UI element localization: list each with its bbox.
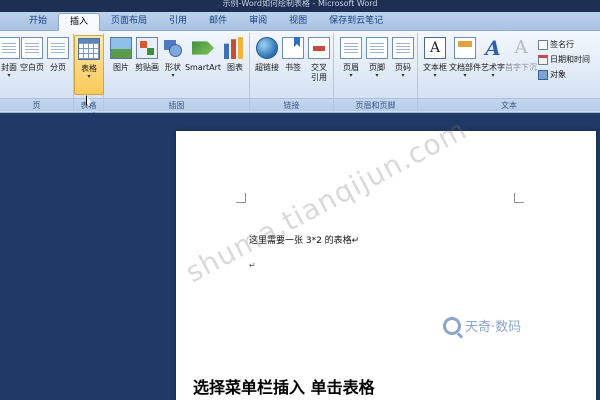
tab-review[interactable]: 审阅 <box>238 13 278 30</box>
group-header-footer: 页眉 ▾ 页脚 ▾ 页码 ▾ 页眉和页脚 <box>334 33 418 111</box>
date-time-button[interactable]: 日期和时间 <box>538 53 590 66</box>
quick-parts-icon <box>454 37 476 59</box>
ribbon-tabs: 开始 插入 页面布局 引用 邮件 审阅 视图 保存到云笔记 <box>0 12 600 31</box>
dropdown-arrow-icon: ▾ <box>349 72 353 79</box>
tab-mailings[interactable]: 邮件 <box>198 13 238 30</box>
page-break-button[interactable]: 分页 <box>43 35 73 95</box>
window-title: 示例-Word如何绘制表格 - Microsoft Word <box>0 0 600 12</box>
cross-reference-icon <box>308 37 330 59</box>
cross-reference-button[interactable]: 交叉 引用 <box>304 35 334 95</box>
clip-art-icon <box>136 37 158 59</box>
quick-parts-button[interactable]: 文档部件 ▾ <box>449 35 481 95</box>
dropdown-arrow-icon: ▾ <box>375 72 379 79</box>
crop-mark <box>514 193 524 203</box>
wordart-icon: A <box>485 36 501 60</box>
ribbon: 封面 ▾ 空白页 分页 页 表格 ▾ 表格 图片 剪贴画 形状 ▾ SmartA… <box>0 31 600 136</box>
tab-references[interactable]: 引用 <box>158 13 198 30</box>
dropdown-arrow-icon: ▾ <box>171 72 175 79</box>
group-pages: 封面 ▾ 空白页 分页 页 <box>0 33 74 111</box>
signature-icon <box>538 39 548 50</box>
shapes-icon <box>162 37 184 59</box>
group-label-header-footer: 页眉和页脚 <box>334 98 417 111</box>
globe-icon <box>256 37 278 59</box>
drop-cap-icon: A <box>514 37 528 58</box>
object-icon <box>538 69 548 80</box>
footer-icon <box>366 37 388 59</box>
calendar-icon <box>538 54 548 65</box>
group-label-links: 链接 <box>250 98 333 111</box>
table-icon <box>78 38 100 60</box>
tab-cloud-notes[interactable]: 保存到云笔记 <box>318 13 394 30</box>
dropdown-arrow-icon: ▾ <box>87 73 91 80</box>
chart-button[interactable]: 图表 <box>220 35 250 95</box>
header-icon <box>340 37 362 59</box>
text-box-button[interactable]: A 文本框 ▾ <box>420 35 450 95</box>
page-number-icon <box>392 37 414 59</box>
object-button[interactable]: 对象 <box>538 68 566 81</box>
dropdown-arrow-icon: ▾ <box>491 72 495 79</box>
paragraph-mark: ↵ <box>249 261 256 270</box>
dropdown-arrow-icon: ▾ <box>433 72 437 79</box>
blank-page-icon <box>21 37 43 59</box>
dropdown-arrow-icon: ▾ <box>7 72 11 79</box>
drop-cap-button[interactable]: A 首字下沉 <box>505 35 537 95</box>
signature-line-button[interactable]: 签名行 <box>538 38 574 51</box>
magnifier-logo-icon <box>443 316 461 335</box>
group-label-text: 文本 <box>418 98 600 111</box>
dropdown-arrow-icon: ▾ <box>463 72 467 79</box>
tab-page-layout[interactable]: 页面布局 <box>100 13 158 30</box>
video-caption: 选择菜单栏插入 单击表格 <box>193 378 375 397</box>
brand-logo: 天奇·数码 <box>443 316 521 335</box>
shapes-button[interactable]: 形状 ▾ <box>158 35 188 95</box>
picture-icon <box>110 37 132 59</box>
group-illustrations: 图片 剪贴画 形状 ▾ SmartArt 图表 插图 <box>104 33 250 111</box>
chart-icon <box>224 37 243 59</box>
document-workspace[interactable]: 这里需要一张 3*2 的表格↵ ↵ <box>0 113 600 400</box>
page-number-button[interactable]: 页码 ▾ <box>388 35 418 95</box>
smartart-icon <box>192 41 214 55</box>
crop-mark <box>236 193 246 203</box>
table-button[interactable]: 表格 ▾ <box>74 35 104 95</box>
group-links: 超链接 书签 交叉 引用 链接 <box>250 33 334 111</box>
text-box-icon: A <box>424 37 446 59</box>
dropdown-arrow-icon: ▾ <box>401 72 405 79</box>
group-label-illustrations: 插图 <box>104 98 249 111</box>
group-label-pages: 页 <box>0 98 73 111</box>
bookmark-icon <box>282 37 304 59</box>
smartart-button[interactable]: SmartArt <box>185 35 221 95</box>
tab-home[interactable]: 开始 <box>18 13 58 30</box>
page-break-icon <box>47 37 69 59</box>
wordart-button[interactable]: A 艺术字 ▾ <box>478 35 508 95</box>
tab-view[interactable]: 视图 <box>278 13 318 30</box>
tab-insert[interactable]: 插入 <box>58 13 101 31</box>
